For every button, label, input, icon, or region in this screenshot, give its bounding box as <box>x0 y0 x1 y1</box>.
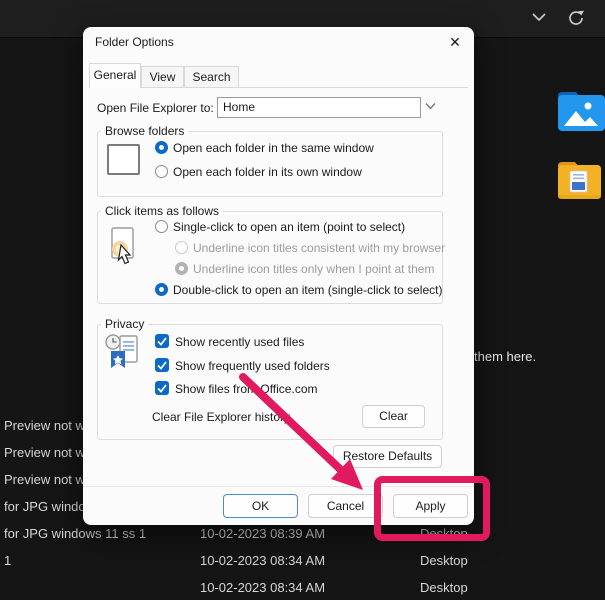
drag-hint-text: them here. <box>474 349 536 364</box>
clear-history-label: Clear File Explorer history <box>152 410 290 424</box>
radio-own-window-label[interactable]: Open each folder in its own window <box>173 165 362 179</box>
click-items-legend: Click items as follows <box>101 204 223 218</box>
browse-folders-legend: Browse folders <box>101 124 188 138</box>
file-name: Preview not w <box>4 472 85 487</box>
footer-divider <box>83 486 474 487</box>
checkbox-frequently-used-label[interactable]: Show frequently used folders <box>175 359 330 373</box>
checkbox-frequently-used[interactable] <box>155 358 169 372</box>
radio-own-window[interactable] <box>155 165 168 178</box>
file-location: Desktop <box>420 526 468 541</box>
ok-button[interactable]: OK <box>223 494 298 518</box>
file-name: for JPG windows 11 ss 1 <box>4 526 146 541</box>
folder-window-icon <box>107 144 140 175</box>
yellow-folder-icon[interactable] <box>557 158 602 207</box>
radio-underline-browser-label: Underline icon titles consistent with my… <box>193 241 445 255</box>
tab-search[interactable]: Search <box>184 66 239 88</box>
checkbox-office-files-label[interactable]: Show files from Office.com <box>175 382 318 396</box>
radio-double-click[interactable] <box>155 283 168 296</box>
file-date-modified: 10-02-2023 08:34 AM <box>200 553 325 568</box>
radio-underline-point <box>175 262 188 275</box>
file-location: Desktop <box>420 580 468 595</box>
file-row[interactable]: 1 10-02-2023 08:34 AM Desktop <box>0 553 605 573</box>
restore-defaults-button[interactable]: Restore Defaults <box>333 445 442 468</box>
chevron-down-icon[interactable] <box>531 11 547 23</box>
checkbox-recently-used[interactable] <box>155 334 169 348</box>
cancel-button[interactable]: Cancel <box>308 494 383 518</box>
file-date-modified: 10-02-2023 08:39 AM <box>200 526 325 541</box>
file-row[interactable]: 10-02-2023 08:34 AM Desktop <box>0 580 605 600</box>
folder-options-dialog: Folder Options ✕ General View Search Ope… <box>83 27 474 525</box>
radio-same-window-label[interactable]: Open each folder in the same window <box>173 141 374 155</box>
radio-underline-point-label: Underline icon titles only when I point … <box>193 262 434 276</box>
radio-same-window[interactable] <box>155 141 168 154</box>
recent-files-icon <box>103 333 145 373</box>
open-to-dropdown[interactable]: Home <box>217 97 421 118</box>
file-location: Desktop <box>420 553 468 568</box>
open-file-explorer-to-label: Open File Explorer to: <box>97 101 214 115</box>
privacy-legend: Privacy <box>101 317 148 331</box>
tab-view[interactable]: View <box>141 66 184 88</box>
apply-button[interactable]: Apply <box>393 494 468 518</box>
file-date-modified: 10-02-2023 08:34 AM <box>200 580 325 595</box>
close-icon[interactable]: ✕ <box>443 32 467 52</box>
clear-button[interactable]: Clear <box>362 405 425 428</box>
refresh-icon[interactable] <box>565 7 587 29</box>
file-name: 1 <box>4 553 11 568</box>
radio-double-click-label[interactable]: Double-click to open an item (single-cli… <box>173 283 442 297</box>
radio-underline-browser <box>175 241 188 254</box>
click-pointer-icon <box>109 227 139 267</box>
dropdown-chevron-icon[interactable] <box>424 101 437 111</box>
radio-single-click[interactable] <box>155 220 168 233</box>
checkbox-office-files[interactable] <box>155 381 169 395</box>
pictures-folder-icon[interactable] <box>556 88 605 139</box>
radio-single-click-label[interactable]: Single-click to open an item (point to s… <box>173 220 405 234</box>
checkbox-recently-used-label[interactable]: Show recently used files <box>175 335 304 349</box>
dialog-title: Folder Options <box>95 35 174 49</box>
tab-general[interactable]: General <box>89 63 141 88</box>
file-name: Preview not w <box>4 445 85 460</box>
file-name: for JPG window <box>4 499 95 514</box>
file-name: Preview not w <box>4 418 85 433</box>
file-row[interactable]: for JPG windows 11 ss 1 10-02-2023 08:39… <box>0 526 605 546</box>
